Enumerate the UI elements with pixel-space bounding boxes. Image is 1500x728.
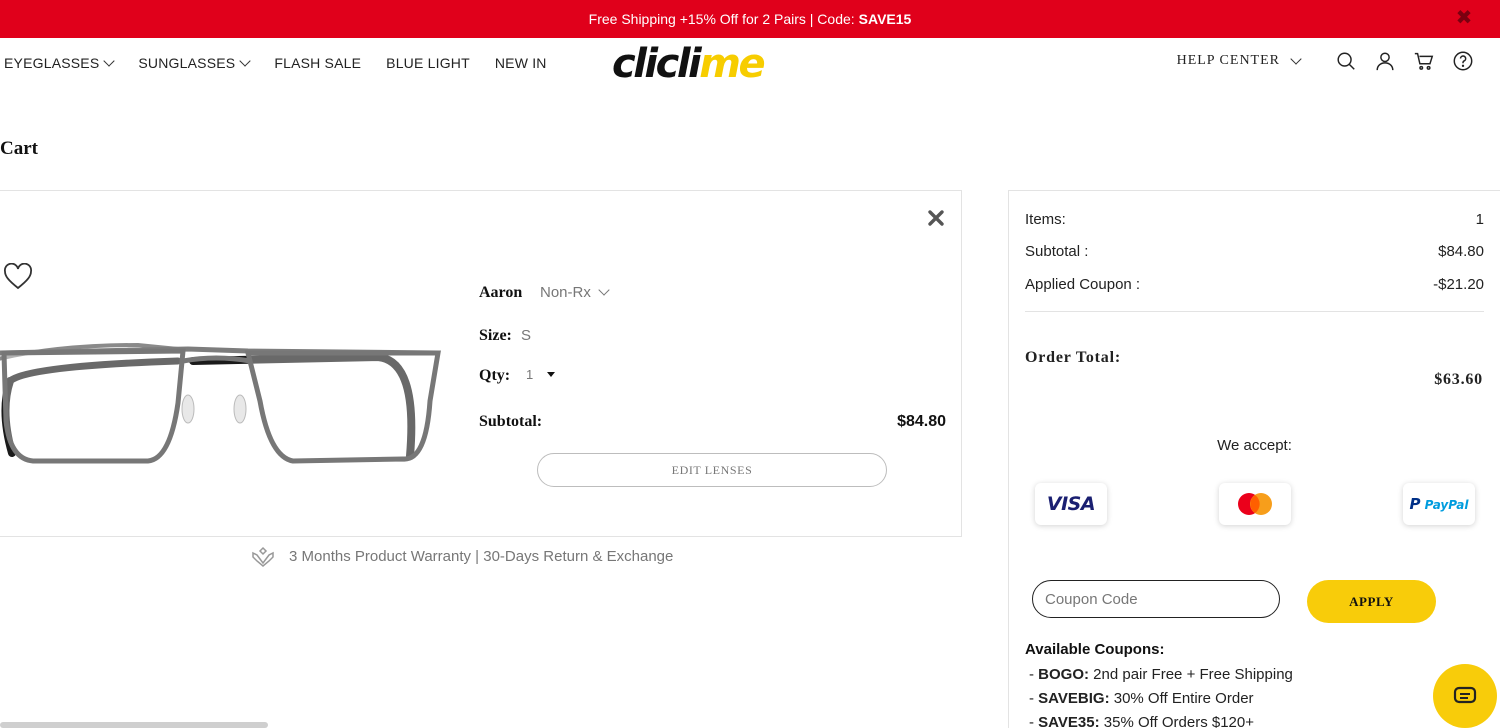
help-icon[interactable] <box>1452 50 1474 72</box>
order-total-label: Order Total: <box>1025 349 1121 366</box>
subtotal-label: Subtotal : <box>1025 243 1089 260</box>
horizontal-scrollbar[interactable] <box>0 722 268 728</box>
chevron-down-icon <box>598 284 610 296</box>
order-total-value: $63.60 <box>1434 371 1483 388</box>
coupon-code-input[interactable] <box>1032 580 1280 618</box>
item-subtotal-label: Subtotal: <box>479 413 543 430</box>
summary-divider <box>1025 311 1484 312</box>
wishlist-heart-icon[interactable] <box>3 263 33 291</box>
promo-code: SAVE15 <box>858 11 912 27</box>
visa-card: VISA <box>1035 483 1107 525</box>
paypal-logo-text: PayPal <box>1424 498 1469 512</box>
nav-label: FLASH SALE <box>274 55 362 71</box>
applied-coupon-value: -$21.20 <box>1433 276 1484 293</box>
lens-type-select[interactable]: Non-Rx <box>540 284 610 301</box>
nav-blue-light[interactable]: BLUE LIGHT <box>386 55 470 71</box>
summary-items-row: Items: 1 <box>1025 211 1484 228</box>
order-summary: Items: 1 Subtotal : $84.80 Applied Coupon … <box>1008 190 1500 728</box>
nav-sunglasses[interactable]: SUNGLASSES <box>138 54 251 71</box>
chevron-down-icon <box>1290 52 1302 65</box>
we-accept-label: We accept: <box>1217 437 1292 454</box>
coupon-item: - BOGO: 2nd pair Free + Free Shipping <box>1029 666 1293 683</box>
size-label: Size: <box>479 327 512 344</box>
paypal-logo: P PayPal <box>1409 495 1469 513</box>
header-actions: HELP CENTER <box>1177 50 1474 72</box>
mastercard-logo <box>1238 493 1272 515</box>
help-center-menu[interactable]: HELP CENTER <box>1176 52 1302 69</box>
coupon-item: - SAVEBIG: 30% Off Entire Order <box>1029 690 1254 707</box>
nav-label: BLUE LIGHT <box>386 55 470 71</box>
summary-coupon-row: Applied Coupon : -$21.20 <box>1025 276 1484 293</box>
warranty-text: 3 Months Product Warranty | 30-Days Retu… <box>289 547 674 565</box>
remove-item-icon[interactable] <box>925 207 947 229</box>
nav-flash-sale[interactable]: FLASH SALE <box>274 55 361 71</box>
cart-icon[interactable] <box>1413 50 1435 72</box>
page-title: Cart <box>0 138 38 159</box>
caret-down-icon <box>547 372 556 377</box>
qty-select[interactable]: 1 <box>526 367 556 382</box>
main-nav: EYEGLASSES SUNGLASSES FLASH SALE BLUE LI… <box>4 54 572 71</box>
edit-lenses-button[interactable]: EDIT LENSES <box>537 453 887 487</box>
coupon-desc: 2nd pair Free + Free Shipping <box>1089 666 1293 683</box>
logo-part-dark: clicli <box>612 41 702 87</box>
available-coupons-title: Available Coupons: <box>1025 641 1165 658</box>
nav-eyeglasses[interactable]: EYEGLASSES <box>4 54 116 71</box>
nav-label: SUNGLASSES <box>138 55 236 71</box>
user-icon[interactable] <box>1374 50 1396 72</box>
size-value: S <box>521 327 532 344</box>
close-icon[interactable]: ✖ <box>1454 8 1474 28</box>
promo-banner: Free Shipping +15% Off for 2 Pairs | Cod… <box>0 0 1500 38</box>
warranty-hands-icon <box>252 546 274 567</box>
subtotal-value: $84.80 <box>1438 243 1484 260</box>
qty-value: 1 <box>526 367 534 382</box>
warranty-note: 3 Months Product Warranty | 30-Days Retu… <box>251 545 673 567</box>
search-icon[interactable] <box>1335 50 1357 72</box>
cart-item: ME1368 C4 55□18-145 CE Aaron Non-Rx Size… <box>0 190 962 537</box>
item-subtotal-value: $84.80 <box>897 413 946 430</box>
coupon-item: - SAVE35: 35% Off Orders $120+ <box>1029 714 1254 728</box>
coupon-code: SAVEBIG: <box>1038 690 1110 707</box>
qty-label: Qty: <box>479 367 511 384</box>
mastercard-card <box>1219 483 1291 525</box>
chat-icon <box>1453 686 1477 704</box>
logo-part-yellow: me <box>699 41 765 87</box>
items-value: 1 <box>1475 211 1484 228</box>
product-name: Aaron <box>479 284 523 301</box>
visa-logo: VISA <box>1046 493 1096 515</box>
coupon-code: BOGO: <box>1038 666 1090 683</box>
coupon-code: SAVE35: <box>1038 714 1100 728</box>
coupon-desc: 30% Off Entire Order <box>1109 690 1254 707</box>
chat-widget-button[interactable] <box>1433 664 1497 728</box>
help-center-label: HELP CENTER <box>1176 53 1280 68</box>
items-label: Items: <box>1025 211 1066 228</box>
promo-text: Free Shipping +15% Off for 2 Pairs | Cod… <box>588 11 855 27</box>
chevron-down-icon <box>239 54 251 67</box>
product-image[interactable]: ME1368 C4 55□18-145 CE <box>0 331 443 481</box>
lens-type-value: Non-Rx <box>540 284 591 301</box>
coupon-desc: 35% Off Orders $120+ <box>1099 714 1254 728</box>
nav-label: EYEGLASSES <box>4 55 100 71</box>
applied-coupon-label: Applied Coupon : <box>1025 276 1141 293</box>
chevron-down-icon <box>103 54 116 67</box>
nav-label: NEW IN <box>494 55 547 71</box>
apply-coupon-button[interactable]: APPLY <box>1307 580 1436 623</box>
summary-subtotal-row: Subtotal : $84.80 <box>1025 243 1484 260</box>
nav-new-in[interactable]: NEW IN <box>495 55 547 71</box>
paypal-card: P PayPal <box>1403 483 1475 525</box>
site-logo[interactable]: cliclime <box>612 40 766 88</box>
